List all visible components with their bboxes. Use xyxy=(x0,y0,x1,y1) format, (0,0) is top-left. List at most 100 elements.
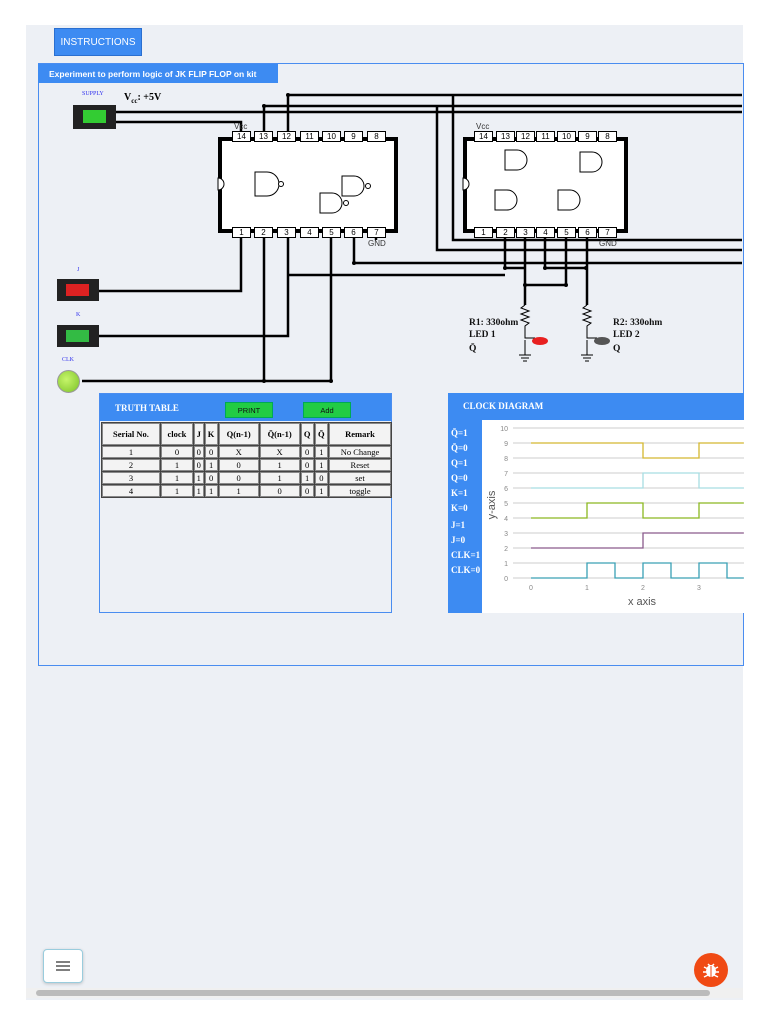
truth-table-panel: TRUTH TABLE PRINT Add Serial No. clock J K Q… xyxy=(99,393,392,613)
table-cell: 1 xyxy=(160,459,193,471)
truth-table: Serial No. clock J K Q(n-1) Q̄(n-1) Q Q̄ Remark 1… xyxy=(101,422,392,498)
signal-label: CLK=1 xyxy=(451,550,481,560)
y-tick-label: 3 xyxy=(504,531,508,538)
y-tick-label: 1 xyxy=(504,561,508,568)
table-cell: 1 xyxy=(259,472,300,484)
y-tick-label: 0 xyxy=(504,576,508,583)
supply-switch[interactable] xyxy=(73,105,116,129)
column-header: clock xyxy=(160,423,193,445)
chip1-pin-1[interactable]: 1 xyxy=(232,227,251,238)
chip2-pin-10[interactable]: 10 xyxy=(557,131,576,142)
chip2-pin-2[interactable]: 2 xyxy=(496,227,515,238)
chip1-pin-2[interactable]: 2 xyxy=(254,227,273,238)
series-line-k xyxy=(531,502,744,519)
signal-label: Q̄=1 xyxy=(451,428,468,438)
bug-icon xyxy=(703,963,719,978)
chip1-pin-6[interactable]: 6 xyxy=(344,227,363,238)
signal-label: K=0 xyxy=(451,503,468,513)
chip2-vcc-label: Vcc xyxy=(476,122,490,131)
chip2-pin-3[interactable]: 3 xyxy=(516,227,535,238)
chip1-pin-14[interactable]: 14 xyxy=(232,131,251,142)
scrollbar-thumb[interactable] xyxy=(36,990,710,996)
table-cell: 1 xyxy=(102,446,160,458)
clock-diagram-panel: CLOCK DIAGRAM Q̄=1 Q̄=0 Q=1 Q=0 K=1 K=0 J=1 J=0… xyxy=(448,393,744,613)
k-switch[interactable] xyxy=(57,325,99,347)
add-button[interactable]: Add xyxy=(303,402,351,418)
column-header: Q(n-1) xyxy=(218,423,259,445)
horizontal-scrollbar[interactable] xyxy=(26,988,743,998)
chip1-pin-7[interactable]: 7 xyxy=(367,227,386,238)
table-cell: 0 xyxy=(218,472,259,484)
table-cell: Reset xyxy=(328,459,391,471)
series-line-j xyxy=(531,532,744,549)
chip1-pin-9[interactable]: 9 xyxy=(344,131,363,142)
table-cell: 3 xyxy=(102,472,160,484)
signal-label: K=1 xyxy=(451,488,468,498)
led-1-icon xyxy=(532,337,548,345)
signal-label: CLK=0 xyxy=(451,565,481,575)
y-axis-label: y-axis xyxy=(486,490,498,519)
chip2-pin-6[interactable]: 6 xyxy=(578,227,597,238)
chip1-pin-3[interactable]: 3 xyxy=(277,227,296,238)
chip1-pin-11[interactable]: 11 xyxy=(300,131,319,142)
hamburger-icon xyxy=(56,961,70,971)
column-header: K xyxy=(204,423,218,445)
bug-report-button[interactable] xyxy=(694,953,728,987)
table-cell: 1 xyxy=(204,459,218,471)
series-line-q xyxy=(531,472,744,489)
print-button[interactable]: PRINT xyxy=(225,402,273,418)
y-tick-label: 8 xyxy=(504,456,508,463)
chip2-pin-13[interactable]: 13 xyxy=(496,131,515,142)
clk-button[interactable] xyxy=(57,370,80,393)
chip2-pin-8[interactable]: 8 xyxy=(598,131,617,142)
x-axis-label: x axis xyxy=(628,596,657,608)
chip1-pin-10[interactable]: 10 xyxy=(322,131,341,142)
table-cell: 1 xyxy=(204,485,218,497)
table-cell: 0 xyxy=(193,446,204,458)
table-cell: 1 xyxy=(218,485,259,497)
y-tick-label: 7 xyxy=(504,471,508,478)
chip1-gnd-label: GND xyxy=(368,239,386,248)
column-header: Serial No. xyxy=(102,423,160,445)
chip1-pin-8[interactable]: 8 xyxy=(367,131,386,142)
table-row: 4 1 1 1 1 0 0 1 toggle xyxy=(102,485,391,497)
chip2-pin-7[interactable]: 7 xyxy=(598,227,617,238)
chip2-pin-9[interactable]: 9 xyxy=(578,131,597,142)
signal-label: Q=1 xyxy=(451,458,468,468)
table-cell: 1 xyxy=(314,485,328,497)
table-cell: 1 xyxy=(314,446,328,458)
y-tick-label: 10 xyxy=(500,426,508,433)
chip2-pin-1[interactable]: 1 xyxy=(474,227,493,238)
chip1-pin-12[interactable]: 12 xyxy=(277,131,296,142)
table-row: 3 1 1 0 0 1 1 0 set xyxy=(102,472,391,484)
y-tick-label: 5 xyxy=(504,501,508,508)
menu-button[interactable] xyxy=(43,949,83,983)
table-cell: 1 xyxy=(193,485,204,497)
table-cell: 2 xyxy=(102,459,160,471)
chip2-pin-14[interactable]: 14 xyxy=(474,131,493,142)
signal-labels: Q̄=1 Q̄=0 Q=1 Q=0 K=1 K=0 J=1 J=0 CLK=1 CLK=0 xyxy=(448,420,482,613)
chip2-pin-11[interactable]: 11 xyxy=(536,131,555,142)
chip1-pin-4[interactable]: 4 xyxy=(300,227,319,238)
x-tick-label: 0 xyxy=(529,585,533,592)
chip2-pin-12[interactable]: 12 xyxy=(516,131,535,142)
table-cell: 0 xyxy=(259,485,300,497)
clock-chart: 0 1 2 3 4 5 6 7 8 9 10 0 1 2 3 x axis y-axis xyxy=(486,426,744,608)
j-switch[interactable] xyxy=(57,279,99,301)
table-cell: 0 xyxy=(218,459,259,471)
table-cell: No Change xyxy=(328,446,391,458)
table-row: 1 0 0 0 X X 0 1 No Change xyxy=(102,446,391,458)
y-tick-label: 2 xyxy=(504,546,508,553)
chip2-pin-5[interactable]: 5 xyxy=(557,227,576,238)
signal-label: Q=0 xyxy=(451,473,468,483)
chip2-pin-4[interactable]: 4 xyxy=(536,227,555,238)
table-cell: 4 xyxy=(102,485,160,497)
chip1-pin-5[interactable]: 5 xyxy=(322,227,341,238)
table-cell: 0 xyxy=(204,446,218,458)
table-cell: X xyxy=(218,446,259,458)
table-cell: 1 xyxy=(300,472,314,484)
chip1-pin-13[interactable]: 13 xyxy=(254,131,273,142)
signal-label: J=1 xyxy=(451,520,466,530)
table-cell: 1 xyxy=(160,472,193,484)
truth-table-title: TRUTH TABLE xyxy=(115,403,179,413)
